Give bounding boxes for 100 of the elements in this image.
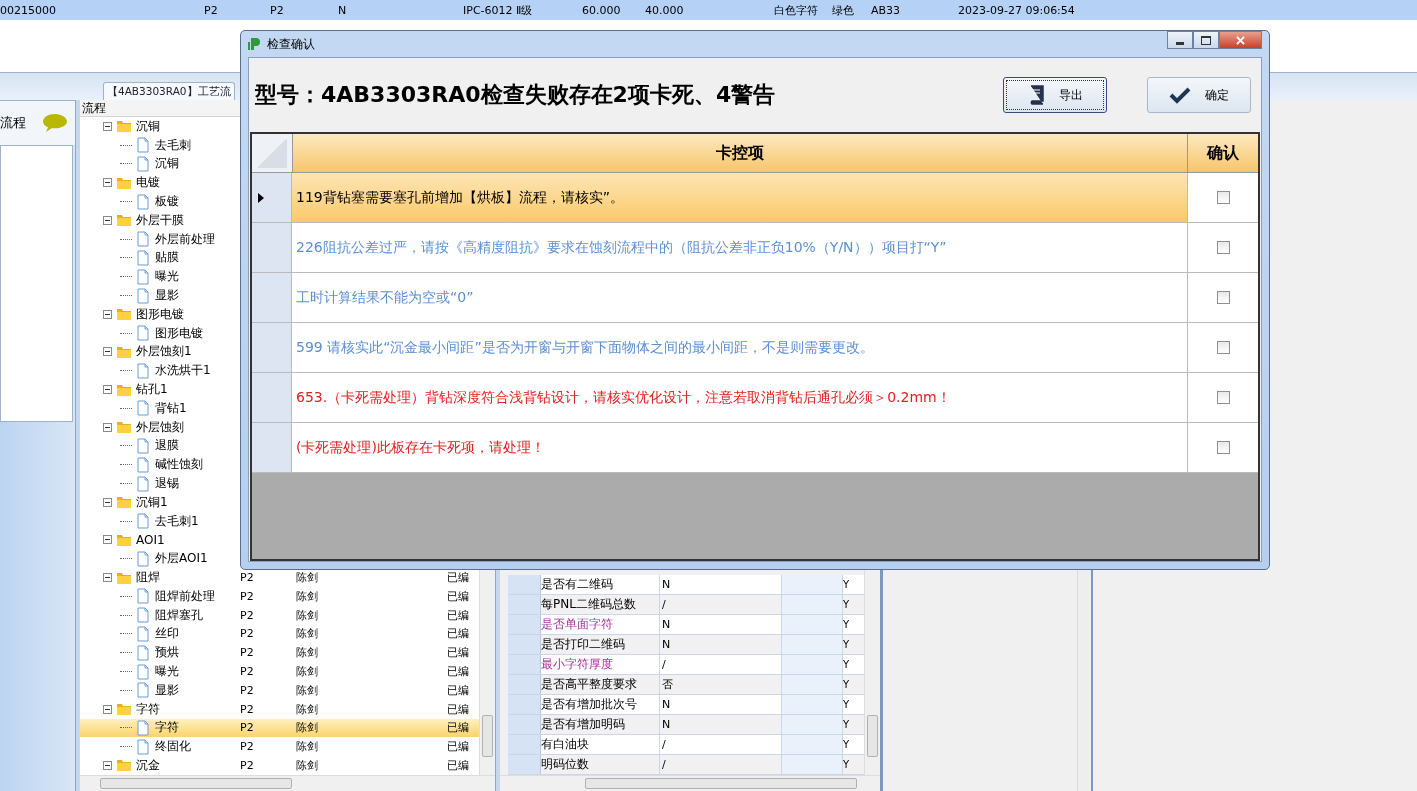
collapse-icon[interactable] xyxy=(103,704,112,714)
tree-label[interactable]: 曝光 xyxy=(155,663,179,680)
tree-label[interactable]: 退膜 xyxy=(155,437,179,455)
tree-label[interactable]: 终固化 xyxy=(155,738,191,756)
tree-label[interactable]: 预烘 xyxy=(155,644,179,662)
tree-label[interactable]: 沉金 xyxy=(136,757,160,774)
record-row[interactable]: 00215000 P2 P2 N IPC-6012 Ⅱ级 60.000 40.000 白色字符 绿色 AB33 2023-09-27 09:06:54 xyxy=(0,0,1417,20)
file-icon xyxy=(135,268,151,285)
grid-row[interactable]: (卡死需处理)此板存在卡死项，请处理！ xyxy=(252,423,1258,473)
selected-row[interactable]: 119背钻塞需要塞孔前增加【烘板】流程，请核实”。 xyxy=(252,173,1258,223)
grid-row[interactable]: 工时计算结果不能为空或“0” xyxy=(252,273,1258,323)
speech-bubble-icon[interactable] xyxy=(42,113,68,133)
collapse-icon[interactable] xyxy=(103,215,112,225)
collapse-icon[interactable] xyxy=(103,573,112,582)
tree-label[interactable]: 沉铜 xyxy=(136,117,160,135)
collapse-icon[interactable] xyxy=(103,422,112,432)
tree-label[interactable]: 沉铜1 xyxy=(136,493,168,511)
collapse-icon[interactable] xyxy=(103,309,112,319)
tree-label[interactable]: 退锡 xyxy=(155,475,179,493)
table-cell-text: 陈剑 xyxy=(296,626,319,642)
check-message: 119背钻塞需要塞孔前增加【烘板】流程，请核实”。 xyxy=(295,187,625,207)
tree-label[interactable]: 阻焊塞孔 xyxy=(155,606,203,624)
table-cell-text: Y xyxy=(843,678,851,692)
collapse-icon[interactable] xyxy=(103,347,112,357)
table-cell-text: 已编 xyxy=(447,758,470,773)
tree-label[interactable]: 外层蚀刻 xyxy=(136,418,184,436)
table-cell-text: 已编 xyxy=(447,645,470,661)
property-label: 是否高平整度要求 xyxy=(541,676,638,693)
column-header[interactable]: 卡控项 xyxy=(293,134,1188,172)
table-cell-text: 已编 xyxy=(447,588,470,604)
property-label: 是否有增加批次号 xyxy=(541,696,638,713)
collapse-icon[interactable] xyxy=(103,761,112,770)
checkbox[interactable] xyxy=(1216,391,1230,404)
horizontal-scrollbar[interactable] xyxy=(80,775,495,791)
maximize-icon xyxy=(1201,35,1211,45)
tree-label[interactable]: 阻焊 xyxy=(136,569,160,586)
tree-label[interactable]: 图形电镀 xyxy=(136,305,184,323)
tree-label[interactable]: 沉铜 xyxy=(155,155,179,173)
grid-row[interactable]: 599 请核实此“沉金最小间距”是否为开窗与开窗下面物体之间的最小间距，不是则需要更改。 xyxy=(252,323,1258,373)
collapse-icon[interactable] xyxy=(103,385,112,395)
panel-title: 流程 xyxy=(0,114,26,132)
column-header[interactable]: 确认 xyxy=(1188,134,1258,172)
tree-label[interactable]: 外层干膜 xyxy=(136,211,184,229)
table-cell-text: 陈剑 xyxy=(296,664,319,679)
tree-label[interactable]: 背钻1 xyxy=(155,399,187,417)
confirm-button[interactable]: 确定 xyxy=(1147,77,1251,113)
checkbox[interactable] xyxy=(1216,441,1230,454)
table-cell-text: 陈剑 xyxy=(296,607,319,623)
close-button[interactable] xyxy=(1219,31,1262,49)
checkbox[interactable] xyxy=(1216,241,1230,254)
tree-label[interactable]: 阻焊前处理 xyxy=(155,587,215,605)
tree-label[interactable]: 字符 xyxy=(155,719,179,737)
table-cell-text: 陈剑 xyxy=(296,588,319,604)
tree-label[interactable]: 丝印 xyxy=(155,625,179,643)
checkbox[interactable] xyxy=(1216,191,1230,204)
maximize-button[interactable] xyxy=(1193,31,1219,49)
tree-label[interactable]: 水洗烘干1 xyxy=(155,362,211,380)
folder-icon xyxy=(116,701,132,718)
table-cell-text: 陈剑 xyxy=(296,682,319,698)
horizontal-scrollbar[interactable] xyxy=(500,775,880,791)
tree-label[interactable]: 去毛刺 xyxy=(155,136,191,154)
minimize-button[interactable] xyxy=(1167,31,1193,49)
tree-label[interactable]: 板镀 xyxy=(155,193,179,211)
tree-label[interactable]: 外层前处理 xyxy=(155,230,215,248)
document-tab[interactable]: 【4AB3303RA0】工艺流 xyxy=(103,82,235,100)
tree-label[interactable]: 碱性蚀刻 xyxy=(155,456,203,474)
tree-label[interactable]: AOI1 xyxy=(136,532,165,547)
table-cell-text: P2 xyxy=(204,3,219,17)
folder-icon xyxy=(116,494,132,511)
tree-label[interactable]: 贴膜 xyxy=(155,249,179,267)
tree-label[interactable]: 电镀 xyxy=(136,174,160,192)
tree-label[interactable]: 曝光 xyxy=(155,268,179,286)
grid-row[interactable]: 653.（卡死需处理）背钻深度符合浅背钻设计，请核实优化设计，注意若取消背钻后通孔必须＞0.2mm！ xyxy=(252,373,1258,423)
file-icon xyxy=(135,231,151,248)
tree-label[interactable]: 外层蚀刻1 xyxy=(136,343,192,361)
tree-label[interactable]: 钻孔1 xyxy=(136,381,168,399)
collapse-icon[interactable] xyxy=(103,178,112,188)
file-icon xyxy=(135,287,151,304)
select-all-corner[interactable] xyxy=(252,134,293,172)
table-cell-text: 已编 xyxy=(447,682,470,698)
collapse-icon[interactable] xyxy=(103,535,112,545)
tree-label[interactable]: 图形电镀 xyxy=(155,324,203,342)
tree-label[interactable]: 去毛刺1 xyxy=(155,512,199,530)
file-icon xyxy=(135,400,151,417)
collapse-icon[interactable] xyxy=(103,497,112,507)
table-cell-text: P2 xyxy=(270,3,285,17)
table-cell-text: 陈剑 xyxy=(296,720,319,736)
tree-label[interactable]: 外层AOI1 xyxy=(155,550,208,568)
checkbox[interactable] xyxy=(1216,291,1230,304)
tree-label[interactable]: 显影 xyxy=(155,681,179,699)
table-cell-text: P2 xyxy=(240,721,255,735)
checkbox[interactable] xyxy=(1216,341,1230,354)
grid-row[interactable]: 226阻抗公差过严，请按《高精度阻抗》要求在蚀刻流程中的（阻抗公差非正负10%（Y/N））项目打“Y” xyxy=(252,223,1258,273)
file-icon xyxy=(135,137,151,154)
selected-row[interactable]: 字符 P2 陈剑 已编 xyxy=(80,718,479,738)
export-button[interactable]: 导出 xyxy=(1003,77,1107,113)
collapse-icon[interactable] xyxy=(103,121,112,131)
tree-label[interactable]: 字符 xyxy=(136,700,160,718)
file-icon xyxy=(135,644,151,661)
tree-label[interactable]: 显影 xyxy=(155,287,179,305)
